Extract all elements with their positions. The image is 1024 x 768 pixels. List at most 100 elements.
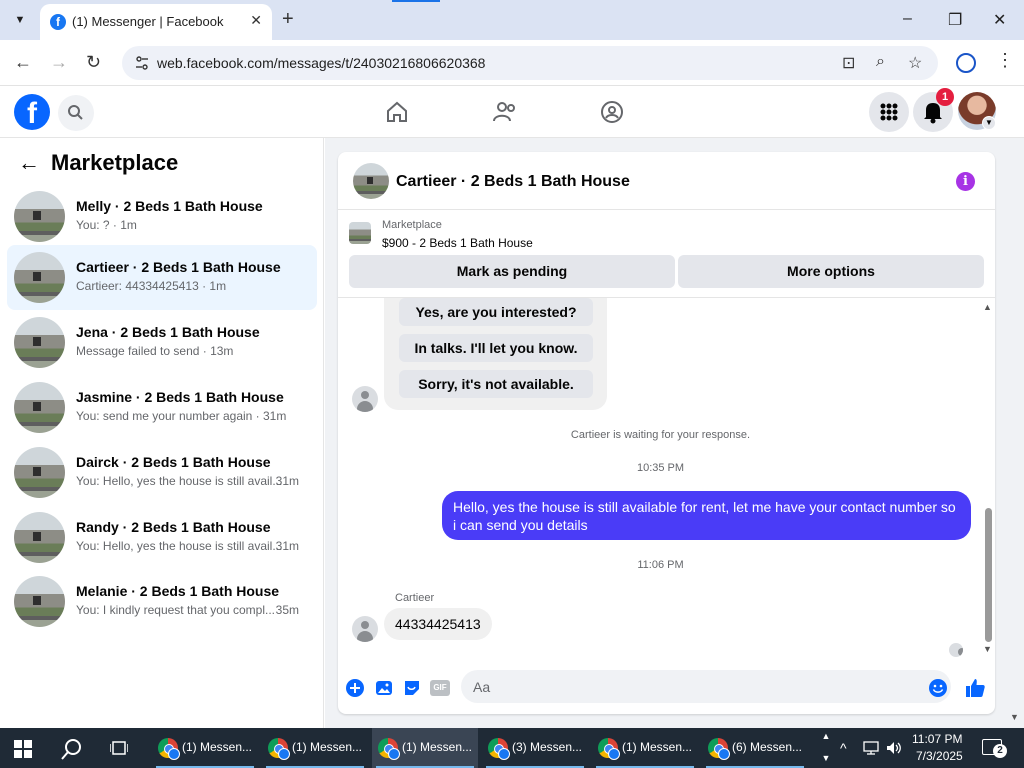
taskbar-chrome-window[interactable]: (1) Messen... xyxy=(262,728,368,768)
url-text[interactable]: web.facebook.com/messages/t/240302168066… xyxy=(157,55,485,71)
conversation-time: 35m xyxy=(275,603,299,617)
back-arrow-icon[interactable]: ← xyxy=(18,150,40,176)
conversation-item-active[interactable]: Cartieer · 2 Beds 1 Bath House Cartieer:… xyxy=(7,245,317,310)
message-input[interactable] xyxy=(461,670,951,703)
taskbar-chrome-window[interactable]: (3) Messen... xyxy=(482,728,588,768)
emoji-icon[interactable] xyxy=(929,679,947,697)
taskbar-chrome-window-active[interactable]: (1) Messen... xyxy=(372,728,478,768)
network-icon[interactable] xyxy=(863,741,879,755)
home-icon[interactable] xyxy=(384,99,410,125)
grid-menu-icon xyxy=(880,103,898,121)
conversation-item[interactable]: Melanie · 2 Beds 1 Bath House You: I kin… xyxy=(7,569,317,633)
tab-close-button[interactable]: ✕ xyxy=(250,12,262,29)
photo-icon[interactable] xyxy=(374,678,394,698)
chat-house-thumbnail[interactable] xyxy=(353,163,389,199)
conversation-item[interactable]: Jasmine · 2 Beds 1 Bath House You: send … xyxy=(7,375,317,439)
tab-search-button[interactable]: ▼ xyxy=(8,8,32,32)
conversation-item[interactable]: Melly · 2 Beds 1 Bath House You: ? · 1m xyxy=(7,184,317,248)
taskbar-chrome-window[interactable]: (1) Messen... xyxy=(152,728,258,768)
windows-start-icon[interactable] xyxy=(14,740,32,758)
sidebar-title: Marketplace xyxy=(51,150,179,175)
scroll-down-arrow-icon[interactable]: ▼ xyxy=(983,644,992,654)
notification-badge: 1 xyxy=(936,88,954,106)
conversation-title: Randy · 2 Beds 1 Bath House xyxy=(76,519,271,535)
facebook-search-button[interactable] xyxy=(58,95,94,131)
chevron-down-icon[interactable]: ▼ xyxy=(982,116,996,130)
reload-icon[interactable]: ↻ xyxy=(86,52,101,72)
browser-tab-bar: ▼ f (1) Messenger | Facebook ✕ + – ❐ ✕ xyxy=(0,0,1024,40)
clock-time[interactable]: 11:07 PM xyxy=(912,732,962,746)
taskbar-chrome-window[interactable]: (1) Messen... xyxy=(592,728,698,768)
browser-tab[interactable]: f (1) Messenger | Facebook ✕ xyxy=(40,4,272,40)
chevron-down-icon[interactable]: ▼ xyxy=(818,753,834,763)
conversation-item[interactable]: Dairck · 2 Beds 1 Bath House You: Hello,… xyxy=(7,440,317,504)
house-thumbnail xyxy=(14,576,65,627)
taskbar-scroll-arrows[interactable]: ▲ ▼ xyxy=(818,728,834,768)
house-thumbnail xyxy=(14,447,65,498)
show-hidden-icons-icon[interactable]: ^ xyxy=(840,740,847,756)
messenger-badge-icon xyxy=(278,748,290,760)
thumbs-up-icon[interactable] xyxy=(964,677,986,699)
facebook-logo-icon[interactable]: f xyxy=(14,94,50,130)
conversation-title: Melanie · 2 Beds 1 Bath House xyxy=(76,583,280,599)
chat-title[interactable]: Cartieer · 2 Beds 1 Bath House xyxy=(396,173,630,191)
listing-price[interactable]: $900 - 2 Beds 1 Bath House xyxy=(382,236,533,250)
messenger-badge-icon xyxy=(718,748,730,760)
bookmark-star-icon[interactable]: ☆ xyxy=(908,53,922,73)
conversation-time: 31m xyxy=(275,474,299,488)
message-scrollbar[interactable]: ▲ ▼ xyxy=(982,302,994,654)
house-thumbnail xyxy=(14,317,65,368)
task-view-icon[interactable] xyxy=(110,740,128,756)
incoming-message: 44334425413 xyxy=(384,608,492,640)
conversation-item[interactable]: Randy · 2 Beds 1 Bath House You: Hello, … xyxy=(7,505,317,569)
action-center-count: 2 xyxy=(993,744,1007,758)
back-icon[interactable]: ← xyxy=(14,52,32,72)
scroll-up-arrow-icon[interactable]: ▲ xyxy=(983,302,992,312)
sender-name: Cartieer xyxy=(395,592,435,604)
marketplace-sidebar: ← Marketplace Melly · 2 Beds 1 Bath Hous… xyxy=(0,138,324,728)
conversation-item[interactable]: Jena · 2 Beds 1 Bath House Message faile… xyxy=(7,310,317,374)
listing-thumbnail[interactable] xyxy=(349,222,371,244)
site-settings-icon[interactable] xyxy=(134,55,150,71)
quick-reply-button[interactable]: Sorry, it's not available. xyxy=(399,370,593,398)
page-scroll-down-arrow-icon[interactable]: ▼ xyxy=(1010,712,1019,722)
chrome-menu-icon[interactable]: ⋮ xyxy=(996,50,1014,71)
conversation-snippet: You: ? · 1m xyxy=(76,218,137,232)
scroll-thumb[interactable] xyxy=(985,508,992,642)
friends-icon[interactable] xyxy=(492,99,518,125)
volume-icon[interactable] xyxy=(886,740,902,756)
quick-replies-box: Yes, are you interested? In talks. I'll … xyxy=(384,298,607,410)
sticker-icon[interactable] xyxy=(402,678,422,698)
quick-reply-button[interactable]: In talks. I'll let you know. xyxy=(399,334,593,362)
new-tab-button[interactable]: + xyxy=(282,8,294,30)
profile-icon[interactable] xyxy=(956,53,976,73)
house-thumbnail xyxy=(14,191,65,242)
message-composer: GIF xyxy=(338,662,995,714)
install-app-icon[interactable]: ⊡ xyxy=(842,53,855,73)
listing-label: Marketplace xyxy=(382,219,442,231)
clock-date[interactable]: 7/3/2025 xyxy=(916,749,963,763)
gif-icon[interactable]: GIF xyxy=(430,680,450,696)
groups-icon[interactable] xyxy=(599,99,625,125)
conversation-snippet: You: Hello, yes the house is still avail… xyxy=(76,474,283,488)
zoom-icon[interactable]: ⌕ xyxy=(876,53,885,71)
timestamp: 11:06 PM xyxy=(637,559,684,571)
chevron-up-icon[interactable]: ▲ xyxy=(818,731,834,741)
menu-button[interactable] xyxy=(869,92,909,132)
taskbar-window-label: (1) Messen... xyxy=(402,740,473,754)
mark-as-pending-button[interactable]: Mark as pending xyxy=(349,255,675,288)
info-icon[interactable]: i xyxy=(956,172,975,191)
minimize-button[interactable]: – xyxy=(903,10,912,28)
forward-icon[interactable]: → xyxy=(50,52,68,72)
taskbar-chrome-window[interactable]: (6) Messen... xyxy=(702,728,808,768)
more-options-button[interactable]: More options xyxy=(678,255,984,288)
plus-icon[interactable] xyxy=(345,678,365,698)
conversation-title: Jasmine · 2 Beds 1 Bath House xyxy=(76,389,284,405)
address-bar[interactable]: web.facebook.com/messages/t/240302168066… xyxy=(122,46,938,80)
quick-reply-button[interactable]: Yes, are you interested? xyxy=(399,298,593,326)
window-close-button[interactable]: ✕ xyxy=(993,10,1006,30)
maximize-button[interactable]: ❐ xyxy=(948,10,962,30)
conversation-snippet: You: I kindly request that you compl... xyxy=(76,603,276,617)
taskbar-search-icon[interactable] xyxy=(60,737,84,761)
timestamp: 10:35 PM xyxy=(636,462,685,474)
